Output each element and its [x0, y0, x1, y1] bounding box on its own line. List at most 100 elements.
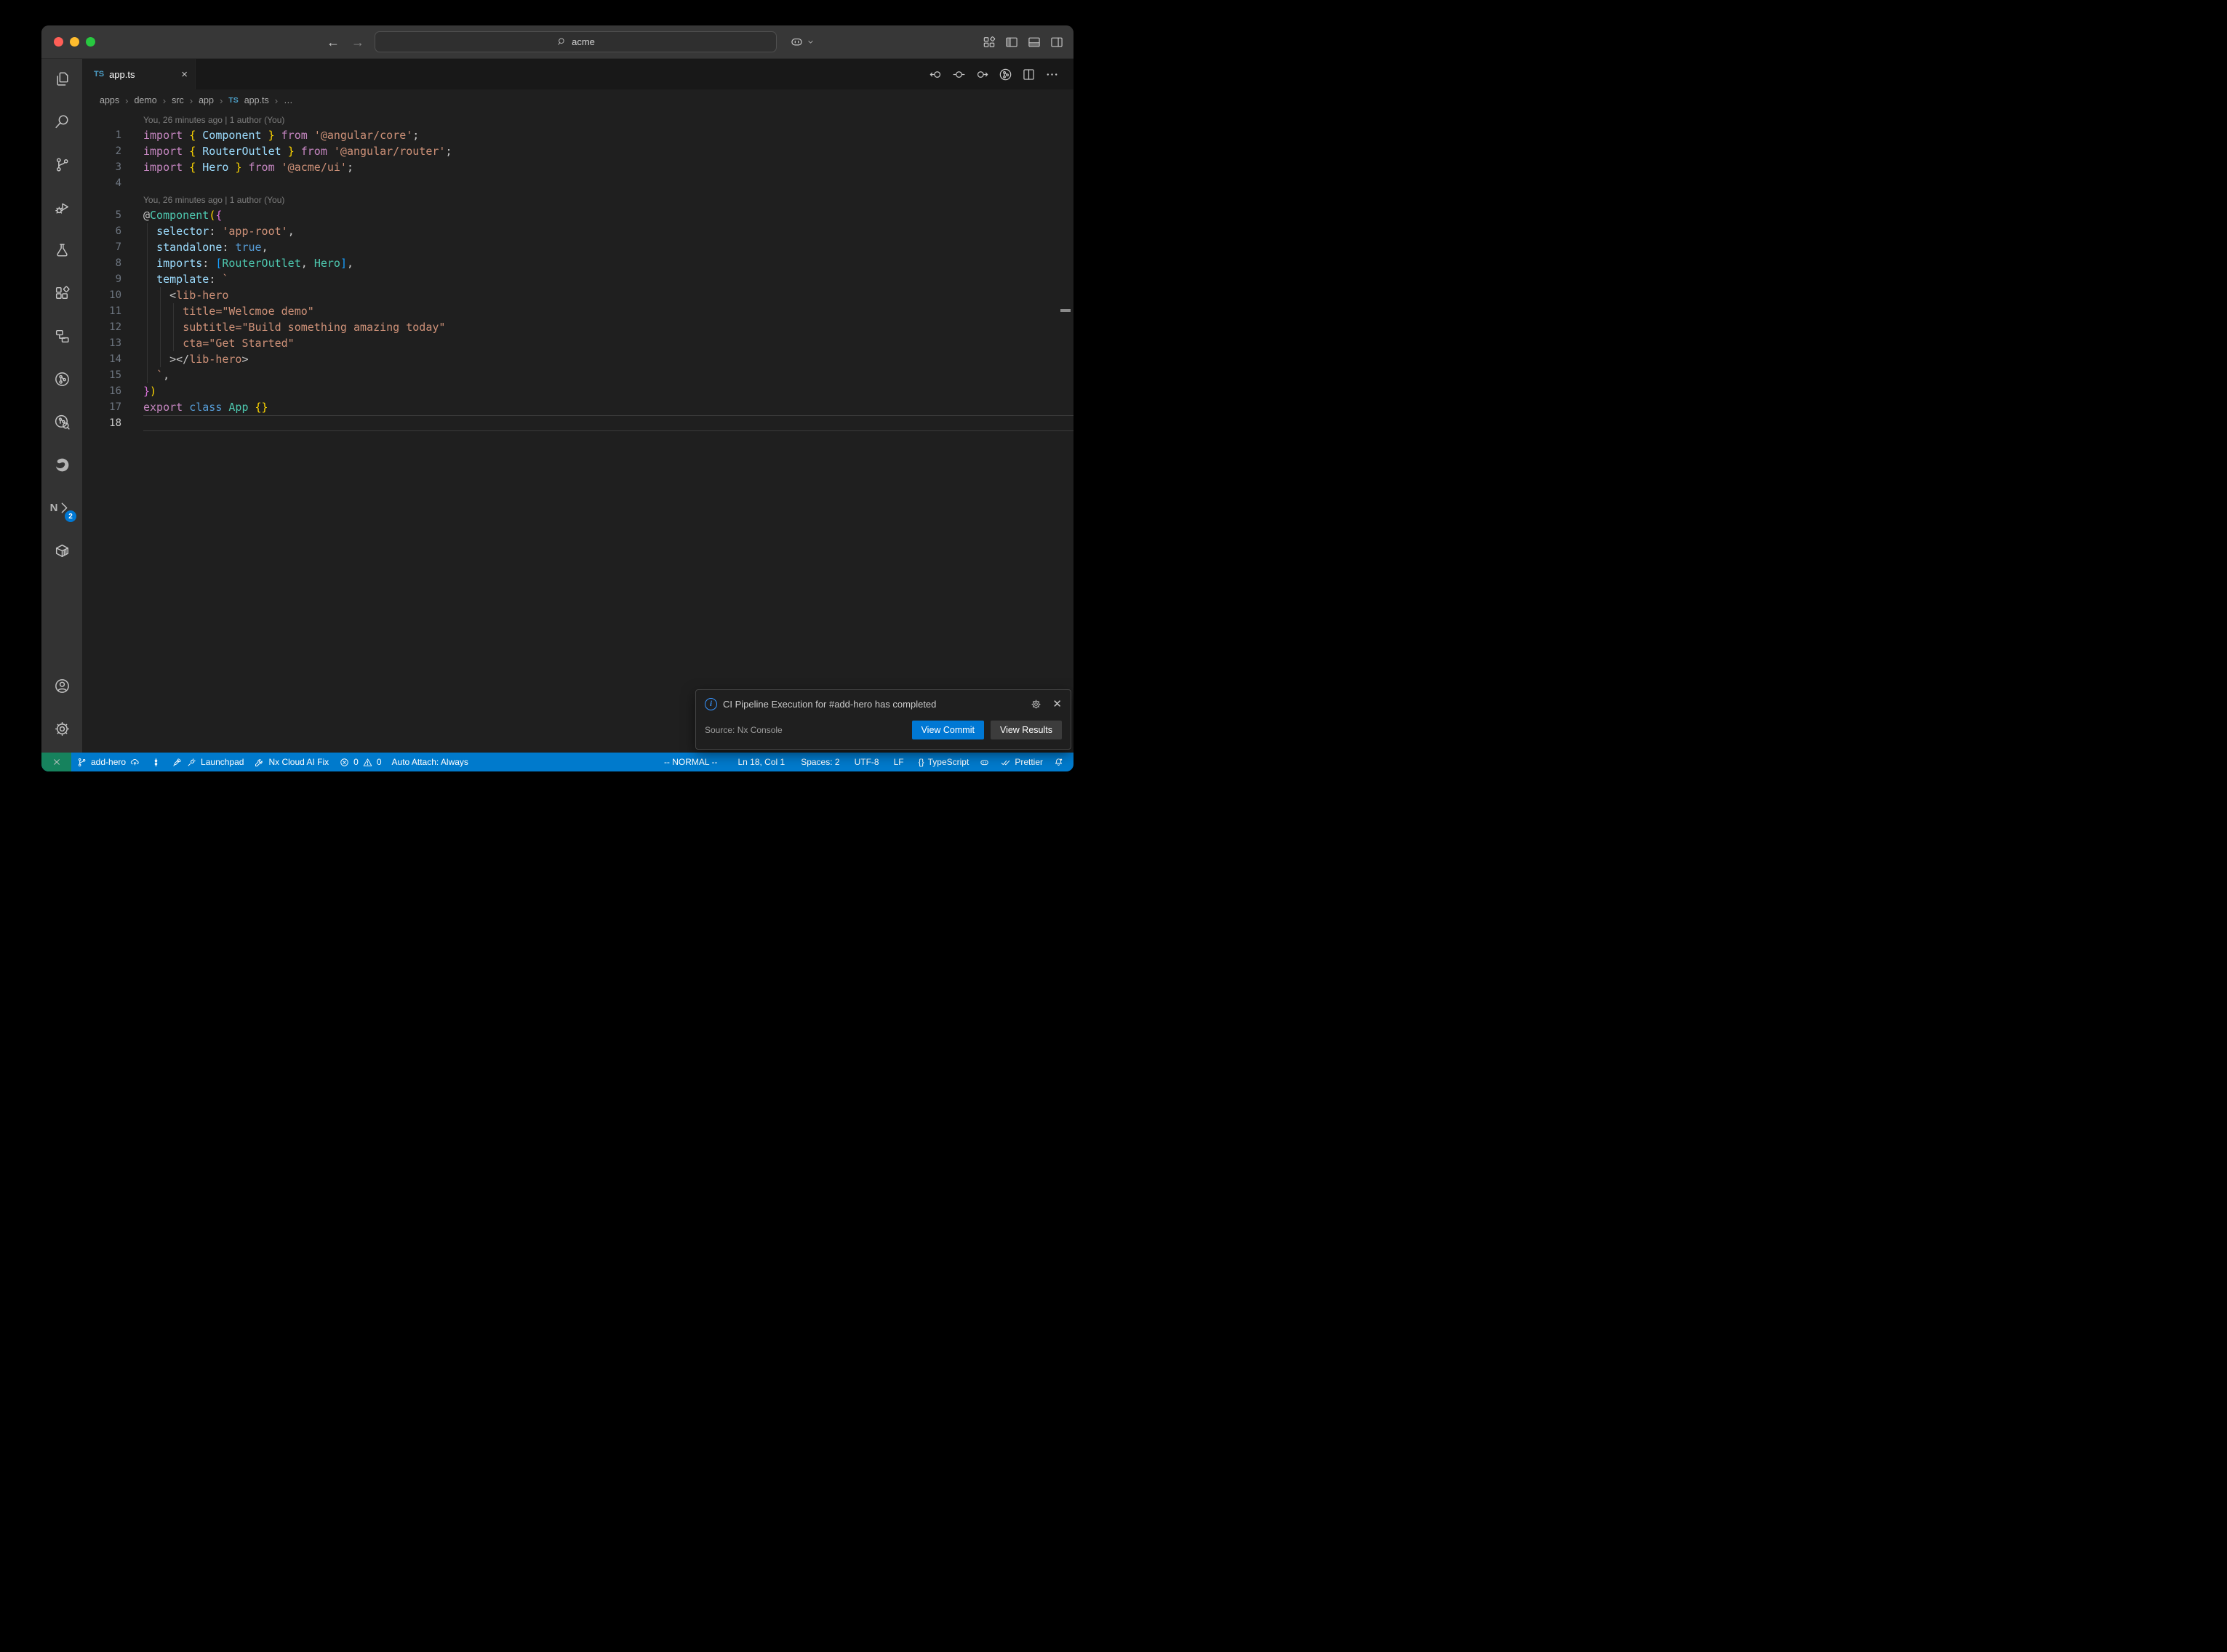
copilot-menu[interactable] [789, 34, 815, 49]
cursor-position-status[interactable]: Ln 18, Col 1 [732, 753, 790, 771]
split-editor-icon[interactable] [1021, 67, 1036, 82]
wrench-icon [254, 757, 265, 768]
copilot-status[interactable] [974, 753, 995, 771]
code-row: 7 standalone: true, [82, 239, 1073, 255]
warning-count: 0 [377, 757, 382, 767]
code-line: `, [143, 367, 1073, 383]
code-line [143, 415, 1073, 431]
containers-icon[interactable] [44, 533, 79, 568]
breadcrumb-item[interactable]: app [199, 95, 214, 105]
chevron-down-icon [806, 37, 815, 47]
explorer-icon[interactable] [44, 61, 79, 96]
commit-graph-icon[interactable] [998, 67, 1013, 82]
indentation-status[interactable]: Spaces: 2 [796, 753, 844, 771]
blame-annotations-icon[interactable] [951, 67, 967, 82]
tab-app-ts[interactable]: TS app.ts × [82, 59, 196, 89]
encoding-status[interactable]: UTF-8 [849, 753, 884, 771]
breadcrumb-item[interactable]: demo [134, 95, 156, 105]
copilot-icon [979, 757, 990, 768]
minimize-window-button[interactable] [70, 37, 79, 47]
code-row: 13 cta="Get Started" [82, 335, 1073, 351]
code-row: 6 selector: 'app-root', [82, 223, 1073, 239]
testing-icon[interactable] [44, 233, 79, 268]
check-all-icon [1000, 757, 1011, 768]
breadcrumb-file[interactable]: app.ts [244, 95, 269, 105]
nx-console-icon[interactable]: N 2 [44, 490, 79, 525]
breadcrumb-tail[interactable]: … [284, 95, 293, 105]
breadcrumb-item[interactable]: src [172, 95, 184, 105]
close-window-button[interactable] [54, 37, 63, 47]
git-graph-status[interactable] [145, 753, 167, 771]
notification-settings-gear-icon[interactable] [1030, 698, 1042, 710]
remote-indicator[interactable] [41, 753, 71, 771]
line-number: 10 [82, 287, 143, 303]
view-commit-button[interactable]: View Commit [912, 721, 984, 739]
notification-source: Source: Nx Console [705, 725, 912, 735]
forward-arrow-icon[interactable]: → [351, 36, 364, 49]
typescript-file-icon: TS [94, 70, 104, 79]
code-row: 1import { Component } from '@angular/cor… [82, 127, 1073, 143]
gitlens-inspect-icon[interactable] [44, 404, 79, 439]
more-actions-icon[interactable] [1044, 67, 1060, 82]
code-row: 15 `, [82, 367, 1073, 383]
vim-mode-status[interactable]: -- NORMAL -- [659, 753, 723, 771]
line-number: 7 [82, 239, 143, 255]
breadcrumb-item[interactable]: apps [100, 95, 119, 105]
account-icon[interactable] [44, 668, 79, 703]
code-line: export class App {} [143, 399, 1073, 415]
indent-guide [147, 223, 148, 383]
project-graph-icon[interactable] [44, 361, 79, 396]
toggle-primary-sidebar-icon[interactable] [1004, 35, 1019, 49]
run-and-debug-icon[interactable] [44, 190, 79, 225]
prettier-status[interactable]: Prettier [995, 753, 1048, 771]
toggle-panel-icon[interactable] [1027, 35, 1041, 49]
zoom-window-button[interactable] [86, 37, 95, 47]
publish-cloud-icon [129, 757, 140, 768]
hierarchy-view-icon[interactable] [44, 318, 79, 353]
blame-annotation: You, 26 minutes ago | 1 author (You) [143, 111, 1073, 127]
git-branch-icon [76, 757, 87, 768]
previous-change-icon[interactable] [928, 67, 943, 82]
code-line: }) [143, 383, 1073, 399]
code-line: import { Component } from '@angular/core… [143, 127, 1073, 143]
code-line: title="Welcmoe demo" [143, 303, 1073, 319]
problems-status[interactable]: 0 0 [334, 753, 386, 771]
code-row: 3import { Hero } from '@acme/ui'; [82, 159, 1073, 175]
toggle-secondary-sidebar-icon[interactable] [1049, 35, 1064, 49]
auto-attach-status[interactable]: Auto Attach: Always [387, 753, 473, 771]
chevron-right-icon: › [275, 95, 278, 106]
search-value: acme [572, 36, 595, 47]
error-count: 0 [353, 757, 359, 767]
code-row: 2import { RouterOutlet } from '@angular/… [82, 143, 1073, 159]
source-control-icon[interactable] [44, 147, 79, 182]
nx-cloud-status[interactable]: Nx Cloud AI Fix [249, 753, 334, 771]
settings-gear-icon[interactable] [44, 711, 79, 746]
code-row: 9 template: ` [82, 271, 1073, 287]
command-center-search[interactable]: acme [375, 31, 777, 52]
code-editor[interactable]: You, 26 minutes ago | 1 author (You)1imp… [82, 111, 1073, 753]
code-row: 17export class App {} [82, 399, 1073, 415]
extensions-icon[interactable] [44, 276, 79, 310]
git-graph-icon [151, 757, 161, 768]
status-bar: add-hero Launchpad Nx Cloud AI Fix 0 0 A… [41, 753, 1073, 771]
next-change-icon[interactable] [975, 67, 990, 82]
errors-icon [339, 757, 350, 768]
overview-ruler-marker [1060, 309, 1071, 312]
braces-icon: {} [919, 757, 924, 767]
line-number: 2 [82, 143, 143, 159]
close-tab-icon[interactable]: × [181, 68, 188, 81]
launchpad-status[interactable]: Launchpad [167, 753, 249, 771]
notifications-bell[interactable] [1048, 753, 1069, 771]
edge-browser-icon[interactable] [44, 447, 79, 482]
back-arrow-icon[interactable]: ← [327, 36, 340, 49]
customize-layout-icon[interactable] [982, 35, 996, 49]
eol-status[interactable]: LF [889, 753, 909, 771]
search-icon[interactable] [44, 104, 79, 139]
view-results-button[interactable]: View Results [991, 721, 1062, 739]
git-branch-status[interactable]: add-hero [71, 753, 145, 771]
code-row: 8 imports: [RouterOutlet, Hero], [82, 255, 1073, 271]
rocket-icon [172, 757, 183, 768]
chevron-right-icon: › [163, 95, 166, 106]
language-mode-status[interactable]: {} TypeScript [913, 753, 975, 771]
notification-close-icon[interactable]: ✕ [1052, 697, 1062, 710]
